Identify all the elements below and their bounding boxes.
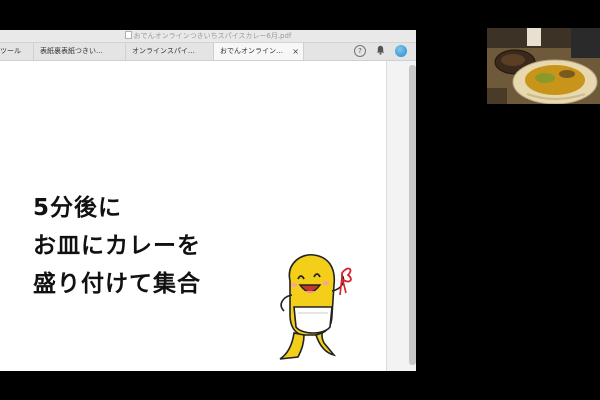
pdf-document-icon xyxy=(124,31,132,39)
tab-tools[interactable]: ツール xyxy=(0,43,34,60)
pdf-viewer-window: おでんオンラインつきいちスパイスカレー6月.pdf ツール 表紙裏表紙つきい… … xyxy=(0,30,416,371)
window-title-text: おでんオンラインつきいちスパイスカレー6月.pdf xyxy=(133,32,292,40)
tab-label: ツール xyxy=(0,47,21,55)
slide-message: 5分後に お皿にカレーを 盛り付けて集合 xyxy=(33,189,201,303)
slide-line-1: 5分後に xyxy=(33,195,123,221)
tab-oden-online[interactable]: おでんオンライン… × xyxy=(214,43,304,60)
window-title: おでんオンラインつきいちスパイスカレー6月.pdf xyxy=(0,31,416,41)
tab-cover[interactable]: 表紙裏表紙つきい… xyxy=(34,43,126,60)
pdf-page: 5分後に お皿にカレーを 盛り付けて集合 xyxy=(0,61,386,371)
vertical-scrollbar[interactable] xyxy=(386,61,416,371)
slide-line-2: お皿にカレーを xyxy=(33,233,201,259)
tab-close-icon[interactable]: × xyxy=(292,43,299,60)
bell-glyph xyxy=(376,45,384,55)
curry-dish-webcam xyxy=(487,28,600,104)
tab-label: 表紙裏表紙つきい… xyxy=(40,47,103,55)
tab-label: オンラインスパイ… xyxy=(132,47,195,55)
bell-icon[interactable] xyxy=(374,45,386,57)
tab-online-spice[interactable]: オンラインスパイ… xyxy=(126,43,214,60)
account-avatar-icon[interactable] xyxy=(395,45,407,57)
tab-label: おでんオンライン… xyxy=(220,47,283,55)
oden-mascot-illustration xyxy=(279,254,352,360)
webcam-image xyxy=(487,28,600,104)
scrollbar-thumb[interactable] xyxy=(409,65,416,365)
slide-line-3: 盛り付けて集合 xyxy=(33,271,201,297)
title-bar: おでんオンラインつきいちスパイスカレー6月.pdf xyxy=(0,30,416,43)
help-icon[interactable]: ? xyxy=(354,45,366,57)
tab-bar: ツール 表紙裏表紙つきい… オンラインスパイ… おでんオンライン… × ? xyxy=(0,43,416,61)
